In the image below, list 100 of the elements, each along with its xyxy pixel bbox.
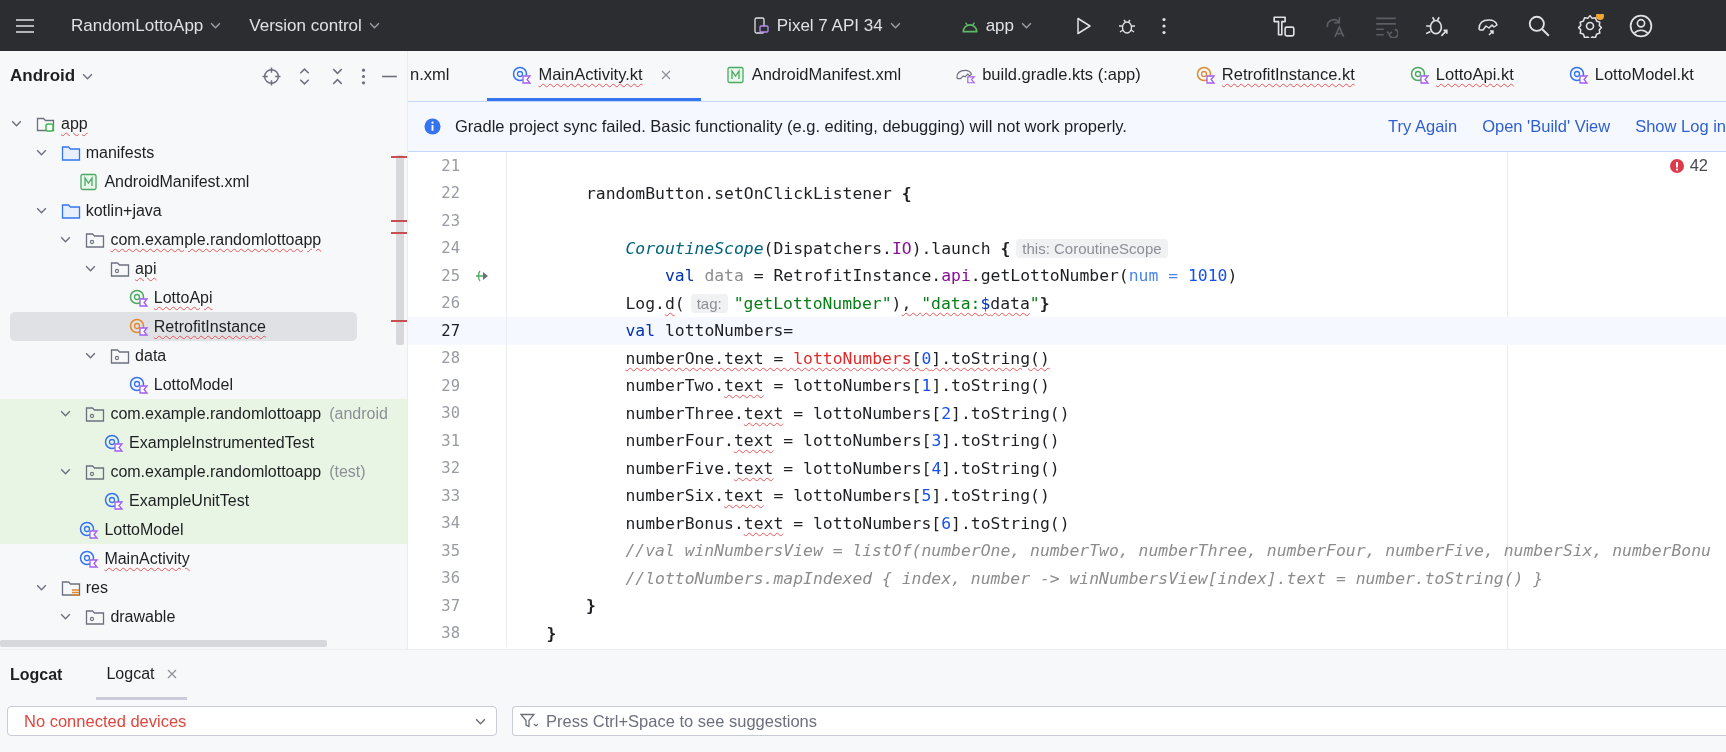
code-line: val lottoNumbers= [624, 321, 794, 341]
editor-tab[interactable]: AndroidManifest.xml [700, 51, 932, 101]
menu-icon[interactable] [15, 17, 35, 34]
manifest-icon [725, 65, 746, 84]
package-icon [85, 404, 106, 423]
scrollbar[interactable] [0, 640, 327, 647]
tree-item[interactable]: drawable [10, 602, 357, 631]
search-icon[interactable] [1527, 13, 1551, 38]
code-line: numberFive.text = lottoNumbers[4].toString() [624, 458, 1060, 478]
close-icon[interactable] [166, 668, 177, 679]
line-number: 33 [440, 486, 460, 505]
filter-field[interactable]: Press Ctrl+Space to see suggestions [512, 706, 1726, 736]
banner-link[interactable]: Show Log in [1635, 117, 1726, 136]
code-line: numberOne.text = lottoNumbers[0].toString() [624, 348, 1050, 368]
banner-link[interactable]: Open 'Build' View [1482, 117, 1611, 136]
package-icon [85, 462, 106, 481]
line-number: 31 [440, 431, 460, 450]
close-icon[interactable] [660, 69, 671, 80]
editor-tab[interactable]: n.xml [408, 51, 488, 101]
package-icon [110, 346, 131, 365]
code-line: numberThree.text = lottoNumbers[2].toString() [624, 403, 1070, 423]
tree-item[interactable]: RetrofitInstance [10, 312, 357, 341]
tree-item[interactable]: LottoModel [10, 370, 357, 399]
class-icon [1568, 65, 1589, 84]
tree-item[interactable]: api [10, 254, 357, 283]
editor-tab[interactable]: RetrofitInstance.kt [1170, 51, 1385, 101]
logcat-tab[interactable]: Logcat [96, 650, 187, 700]
error-count[interactable]: 42 [1669, 156, 1708, 175]
code-line: } [545, 623, 557, 643]
device-dropdown[interactable]: No connected devices [7, 706, 497, 736]
settings-icon[interactable] [1578, 13, 1602, 38]
line-number: 26 [440, 294, 460, 313]
line-number: 35 [440, 541, 460, 560]
code-line: numberTwo.text = lottoNumbers[1].toString() [624, 376, 1050, 396]
banner-link[interactable]: Try Again [1388, 117, 1458, 136]
account-icon[interactable] [1629, 13, 1653, 38]
code-line: //lottoNumbers.mapIndexed { index, number -> winNumbersView[index].text = number.toString() } [624, 568, 1544, 588]
class-icon [104, 433, 125, 452]
class-icon [79, 520, 100, 539]
tree-item[interactable]: manifests [10, 138, 357, 167]
code-line: Log.d( tag: "getLottoNumber"), "data:$data"} [624, 293, 1050, 313]
tree-item[interactable]: LottoApi [10, 283, 357, 312]
line-number: 30 [440, 404, 460, 423]
manifest-icon [79, 172, 100, 191]
package-icon [85, 230, 106, 249]
tree-item[interactable]: com.example.randomlottoapp [10, 225, 357, 254]
class-icon [128, 288, 149, 307]
code-line: randomButton.setOnClickListener { [584, 183, 912, 203]
error-icon [1669, 158, 1684, 173]
line-number: 27 [440, 321, 460, 340]
run-config-dropdown[interactable]: app [952, 9, 1040, 42]
device-dropdown[interactable]: Pixel 7 API 34 [743, 9, 909, 42]
info-icon [424, 118, 441, 135]
folder-icon [60, 143, 81, 162]
more-icon[interactable] [1162, 16, 1166, 35]
line-number: 28 [440, 349, 460, 368]
package-icon [110, 259, 131, 278]
version-control-dropdown[interactable]: Version control [241, 9, 388, 42]
class-icon [104, 491, 125, 510]
tree-item[interactable]: AndroidManifest.xml [10, 167, 357, 196]
locate-icon[interactable] [262, 66, 281, 86]
resource-folder-icon [60, 578, 81, 597]
tree-item[interactable]: app [10, 109, 357, 138]
view-dropdown[interactable]: Android [10, 64, 94, 88]
editor-tab[interactable]: build.gradle.kts (:app) [931, 51, 1171, 101]
code-line: numberSix.text = lottoNumbers[5].toString() [624, 486, 1050, 506]
line-number: 36 [440, 569, 460, 588]
line-number: 24 [440, 239, 460, 258]
class-icon [1195, 65, 1216, 84]
code-editor[interactable] [408, 152, 1726, 649]
line-number: 22 [440, 184, 460, 203]
chevron-icon [1021, 22, 1032, 29]
line-number: 21 [440, 156, 460, 175]
editor-tab[interactable]: LottoApi.kt [1384, 51, 1544, 101]
tree-item[interactable]: MainActivity [10, 544, 357, 573]
scrollbar[interactable] [391, 155, 407, 345]
code-line: //val winNumbersView = listOf(numberOne, numberTwo, numberThree, numberFour, numberFive, numberSix, numberBonu [624, 541, 1711, 561]
line-number: 34 [440, 514, 460, 533]
editor-tab[interactable]: LottoModel.kt [1543, 51, 1724, 101]
chevron-icon [368, 22, 380, 29]
filter-icon[interactable] [520, 713, 538, 729]
more-icon[interactable] [361, 66, 366, 86]
code-line: CoroutineScope(Dispatchers.IO).launch { this: CoroutineScope [507, 238, 1174, 258]
class-icon [128, 375, 149, 394]
line-number: 29 [440, 376, 460, 395]
project-dropdown[interactable]: RandomLottoApp [63, 9, 230, 42]
run-icon[interactable] [1076, 16, 1092, 35]
banner-message: Gradle project sync failed. Basic functionality (e.g. editing, debugging) will not work properly. [455, 117, 1127, 136]
tree-item[interactable]: res [10, 573, 357, 602]
code-line: numberBonus.text = lottoNumbers[6].toString() [624, 513, 1070, 533]
tree-item[interactable]: kotlin+java [10, 196, 357, 225]
chevron-icon [210, 22, 222, 29]
code-line: } [584, 596, 596, 616]
panel-title: Logcat [10, 666, 63, 684]
line-number: 38 [440, 624, 460, 643]
line-number: 37 [440, 596, 460, 615]
class-icon [512, 65, 533, 84]
chevron-icon [475, 717, 486, 725]
tree-item[interactable]: data [10, 341, 357, 370]
line-number: 32 [440, 459, 460, 478]
